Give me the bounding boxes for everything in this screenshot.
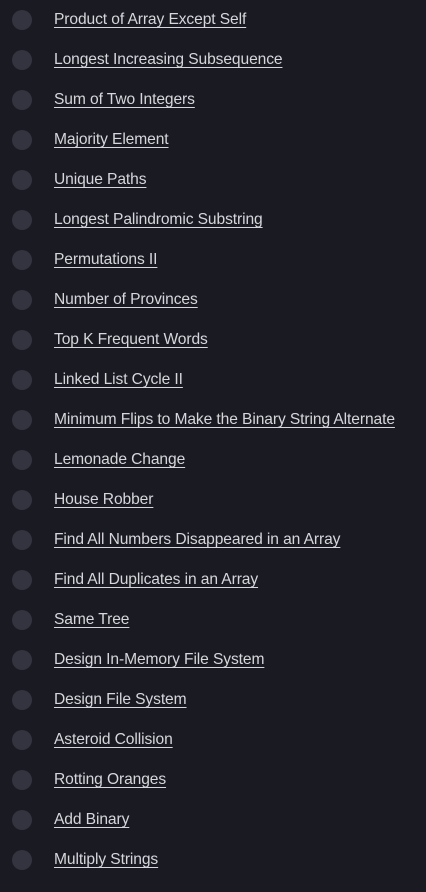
status-circle-icon[interactable] xyxy=(12,410,32,430)
problem-row: Design In-Memory File System xyxy=(0,640,426,680)
problem-row: Same Tree xyxy=(0,600,426,640)
problem-row: Unique Paths xyxy=(0,160,426,200)
status-circle-icon[interactable] xyxy=(12,650,32,670)
problem-link[interactable]: Multiply Strings xyxy=(54,851,158,869)
status-circle-icon[interactable] xyxy=(12,610,32,630)
problem-row: Top K Frequent Words xyxy=(0,320,426,360)
problem-row: Multiply Strings xyxy=(0,840,426,880)
status-circle-icon[interactable] xyxy=(12,130,32,150)
problem-row: Asteroid Collision xyxy=(0,720,426,760)
status-circle-icon[interactable] xyxy=(12,690,32,710)
status-circle-icon[interactable] xyxy=(12,370,32,390)
problem-link[interactable]: Asteroid Collision xyxy=(54,731,173,749)
problem-link[interactable]: Sum of Two Integers xyxy=(54,91,195,109)
status-circle-icon[interactable] xyxy=(12,210,32,230)
problem-row: Product of Array Except Self xyxy=(0,0,426,40)
problem-link[interactable]: Minimum Flips to Make the Binary String … xyxy=(54,411,395,429)
status-circle-icon[interactable] xyxy=(12,570,32,590)
status-circle-icon[interactable] xyxy=(12,530,32,550)
status-circle-icon[interactable] xyxy=(12,450,32,470)
status-circle-icon[interactable] xyxy=(12,170,32,190)
problem-link[interactable]: Lemonade Change xyxy=(54,451,185,469)
problem-row: Linked List Cycle II xyxy=(0,360,426,400)
status-circle-icon[interactable] xyxy=(12,770,32,790)
status-circle-icon[interactable] xyxy=(12,810,32,830)
problem-row: Majority Element xyxy=(0,120,426,160)
problem-row: Longest Palindromic Substring xyxy=(0,200,426,240)
status-circle-icon[interactable] xyxy=(12,10,32,30)
problem-link[interactable]: Majority Element xyxy=(54,131,169,149)
problem-link[interactable]: Longest Increasing Subsequence xyxy=(54,51,283,69)
status-circle-icon[interactable] xyxy=(12,490,32,510)
status-circle-icon[interactable] xyxy=(12,730,32,750)
status-circle-icon[interactable] xyxy=(12,50,32,70)
problem-list: Product of Array Except Self Longest Inc… xyxy=(0,0,426,880)
status-circle-icon[interactable] xyxy=(12,330,32,350)
problem-link[interactable]: Linked List Cycle II xyxy=(54,371,183,389)
status-circle-icon[interactable] xyxy=(12,290,32,310)
problem-row: Find All Duplicates in an Array xyxy=(0,560,426,600)
status-circle-icon[interactable] xyxy=(12,250,32,270)
problem-link[interactable]: Add Binary xyxy=(54,811,129,829)
problem-link[interactable]: Permutations II xyxy=(54,251,157,269)
problem-row: Minimum Flips to Make the Binary String … xyxy=(0,400,426,440)
problem-link[interactable]: Design In-Memory File System xyxy=(54,651,264,669)
problem-link[interactable]: Same Tree xyxy=(54,611,129,629)
problem-link[interactable]: Number of Provinces xyxy=(54,291,198,309)
problem-link[interactable]: Longest Palindromic Substring xyxy=(54,211,263,229)
problem-link[interactable]: Unique Paths xyxy=(54,171,147,189)
problem-link[interactable]: Top K Frequent Words xyxy=(54,331,208,349)
status-circle-icon[interactable] xyxy=(12,850,32,870)
problem-row: Find All Numbers Disappeared in an Array xyxy=(0,520,426,560)
problem-link[interactable]: Product of Array Except Self xyxy=(54,11,246,29)
problem-row: Add Binary xyxy=(0,800,426,840)
problem-row: House Robber xyxy=(0,480,426,520)
problem-link[interactable]: Find All Numbers Disappeared in an Array xyxy=(54,531,340,549)
problem-row: Permutations II xyxy=(0,240,426,280)
problem-row: Number of Provinces xyxy=(0,280,426,320)
problem-row: Longest Increasing Subsequence xyxy=(0,40,426,80)
problem-link[interactable]: Design File System xyxy=(54,691,187,709)
problem-row: Lemonade Change xyxy=(0,440,426,480)
problem-link[interactable]: Find All Duplicates in an Array xyxy=(54,571,258,589)
problem-link[interactable]: Rotting Oranges xyxy=(54,771,166,789)
problem-link[interactable]: House Robber xyxy=(54,491,153,509)
problem-row: Sum of Two Integers xyxy=(0,80,426,120)
status-circle-icon[interactable] xyxy=(12,90,32,110)
problem-row: Design File System xyxy=(0,680,426,720)
problem-row: Rotting Oranges xyxy=(0,760,426,800)
